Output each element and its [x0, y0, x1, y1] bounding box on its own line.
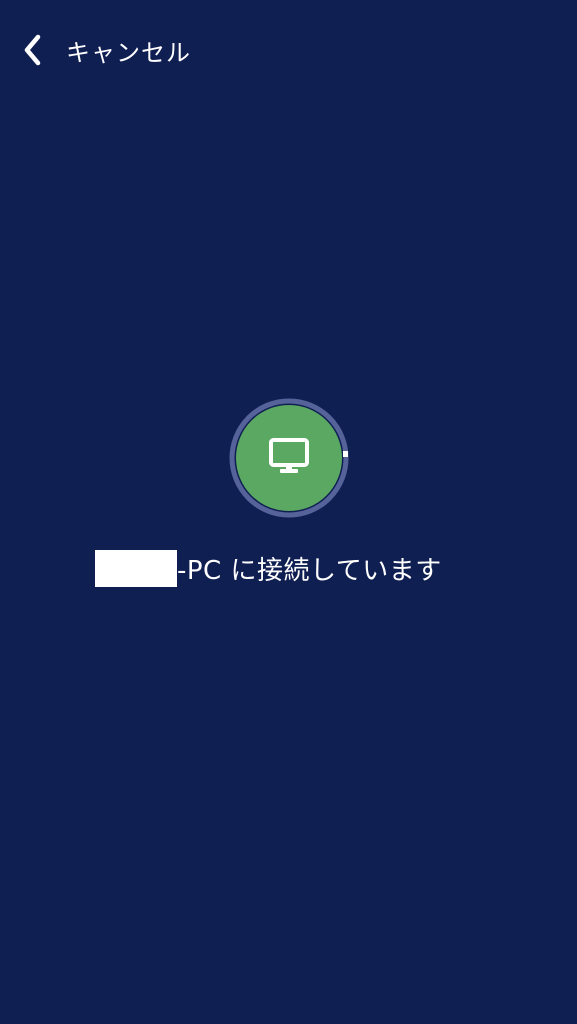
- device-circle: [236, 405, 342, 511]
- cancel-button[interactable]: キャンセル: [18, 30, 191, 70]
- connection-status: -PC に接続しています: [95, 549, 442, 587]
- connecting-screen: キャンセル -PC に接続しています: [0, 0, 577, 1024]
- cancel-label: キャンセル: [66, 38, 191, 67]
- monitor-icon: [268, 437, 310, 479]
- redacted-device-name: [95, 549, 177, 587]
- chevron-left-icon: [18, 30, 46, 70]
- status-text: -PC に接続しています: [177, 555, 442, 586]
